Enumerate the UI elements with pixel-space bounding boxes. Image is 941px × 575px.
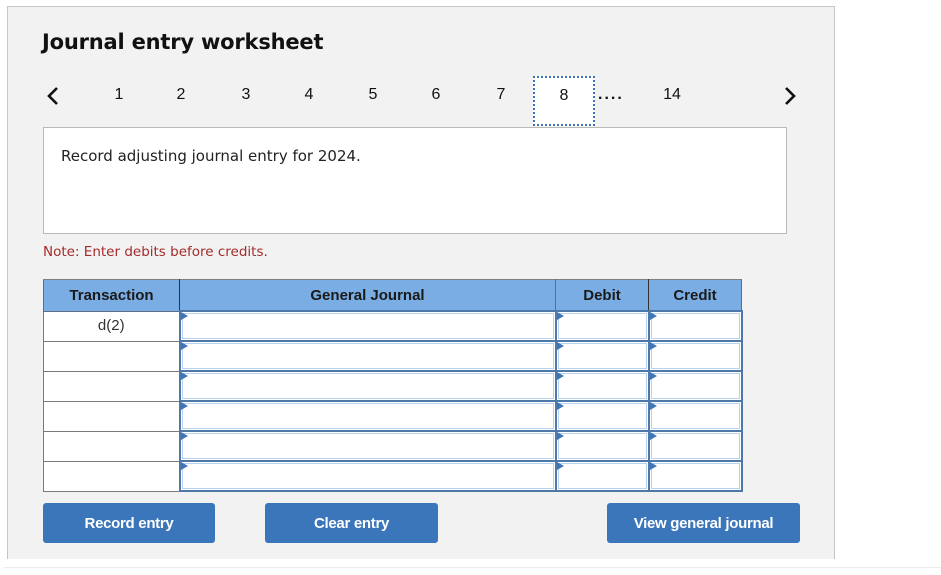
credit-cell[interactable] xyxy=(647,340,743,372)
page-3[interactable]: 3 xyxy=(231,86,261,104)
debit-input[interactable] xyxy=(557,373,647,399)
view-general-journal-button[interactable]: View general journal xyxy=(607,503,800,543)
debit-input[interactable] xyxy=(557,463,647,489)
debit-input[interactable] xyxy=(557,403,647,429)
account-cell[interactable] xyxy=(178,310,557,342)
page-2[interactable]: 2 xyxy=(166,86,196,104)
debit-cell[interactable] xyxy=(554,370,650,402)
credit-cell[interactable] xyxy=(647,370,743,402)
debit-cell[interactable] xyxy=(554,310,650,342)
input-indicator-icon xyxy=(556,402,564,410)
header-transaction: Transaction xyxy=(43,279,180,312)
header-debit: Debit xyxy=(555,279,649,312)
dropdown-indicator-icon xyxy=(180,402,188,410)
page-5[interactable]: 5 xyxy=(358,86,388,104)
table-row: d(2) xyxy=(43,310,743,342)
page-1[interactable]: 1 xyxy=(104,86,134,104)
credit-cell[interactable] xyxy=(647,400,743,432)
table-row xyxy=(43,430,743,462)
input-indicator-icon xyxy=(649,342,657,350)
dropdown-indicator-icon xyxy=(180,372,188,380)
chevron-right-icon xyxy=(785,87,796,105)
page-7[interactable]: 7 xyxy=(486,86,516,104)
debit-input[interactable] xyxy=(557,343,647,369)
debit-input[interactable] xyxy=(557,433,647,459)
instruction-text: Record adjusting journal entry for 2024. xyxy=(61,147,361,165)
page-6[interactable]: 6 xyxy=(421,86,451,104)
input-indicator-icon xyxy=(649,462,657,470)
credit-input[interactable] xyxy=(650,313,740,339)
clear-entry-button[interactable]: Clear entry xyxy=(265,503,438,543)
transaction-cell xyxy=(43,370,180,402)
credit-input[interactable] xyxy=(650,373,740,399)
header-credit: Credit xyxy=(648,279,742,312)
account-input[interactable] xyxy=(181,313,554,339)
page-8-current[interactable]: 8 xyxy=(533,76,595,126)
header-general-journal: General Journal xyxy=(179,279,556,312)
transaction-cell xyxy=(43,430,180,462)
pagination: 1 2 3 4 5 6 7 8 .... 14 xyxy=(0,76,830,126)
divider xyxy=(4,567,941,568)
credit-cell[interactable] xyxy=(647,430,743,462)
account-input[interactable] xyxy=(181,343,554,369)
credit-input[interactable] xyxy=(650,343,740,369)
credit-input[interactable] xyxy=(650,463,740,489)
account-input[interactable] xyxy=(181,433,554,459)
transaction-cell xyxy=(43,460,180,492)
prev-page-button[interactable] xyxy=(43,84,63,108)
input-indicator-icon xyxy=(556,312,564,320)
input-indicator-icon xyxy=(556,462,564,470)
page-4[interactable]: 4 xyxy=(294,86,324,104)
debit-cell[interactable] xyxy=(554,340,650,372)
table-header-row: Transaction General Journal Debit Credit xyxy=(43,279,742,312)
page-14[interactable]: 14 xyxy=(657,86,687,104)
instruction-box: Record adjusting journal entry for 2024. xyxy=(43,127,787,234)
credit-input[interactable] xyxy=(650,403,740,429)
account-input[interactable] xyxy=(181,403,554,429)
dropdown-indicator-icon xyxy=(180,342,188,350)
transaction-cell xyxy=(43,340,180,372)
input-indicator-icon xyxy=(556,342,564,350)
table-row xyxy=(43,460,743,492)
account-cell[interactable] xyxy=(178,400,557,432)
account-cell[interactable] xyxy=(178,370,557,402)
transaction-cell: d(2) xyxy=(43,310,180,342)
table-row xyxy=(43,400,743,432)
journal-table: Transaction General Journal Debit Credit… xyxy=(43,279,743,492)
account-cell[interactable] xyxy=(178,340,557,372)
debit-cell[interactable] xyxy=(554,400,650,432)
table-row xyxy=(43,340,743,372)
account-input[interactable] xyxy=(181,463,554,489)
debit-cell[interactable] xyxy=(554,430,650,462)
input-indicator-icon xyxy=(556,372,564,380)
debit-cell[interactable] xyxy=(554,460,650,492)
account-input[interactable] xyxy=(181,373,554,399)
input-indicator-icon xyxy=(649,402,657,410)
input-indicator-icon xyxy=(556,432,564,440)
account-cell[interactable] xyxy=(178,460,557,492)
dropdown-indicator-icon xyxy=(180,462,188,470)
note-text: Note: Enter debits before credits. xyxy=(43,244,268,260)
input-indicator-icon xyxy=(649,432,657,440)
transaction-cell xyxy=(43,400,180,432)
credit-input[interactable] xyxy=(650,433,740,459)
chevron-left-icon xyxy=(47,87,58,105)
pagination-ellipsis: .... xyxy=(598,86,624,103)
next-page-button[interactable] xyxy=(780,84,800,108)
table-row xyxy=(43,370,743,402)
input-indicator-icon xyxy=(649,372,657,380)
page-title: Journal entry worksheet xyxy=(42,30,324,54)
debit-input[interactable] xyxy=(557,313,647,339)
dropdown-indicator-icon xyxy=(180,432,188,440)
account-cell[interactable] xyxy=(178,430,557,462)
credit-cell[interactable] xyxy=(647,310,743,342)
credit-cell[interactable] xyxy=(647,460,743,492)
input-indicator-icon xyxy=(649,312,657,320)
record-entry-button[interactable]: Record entry xyxy=(43,503,215,543)
dropdown-indicator-icon xyxy=(180,312,188,320)
